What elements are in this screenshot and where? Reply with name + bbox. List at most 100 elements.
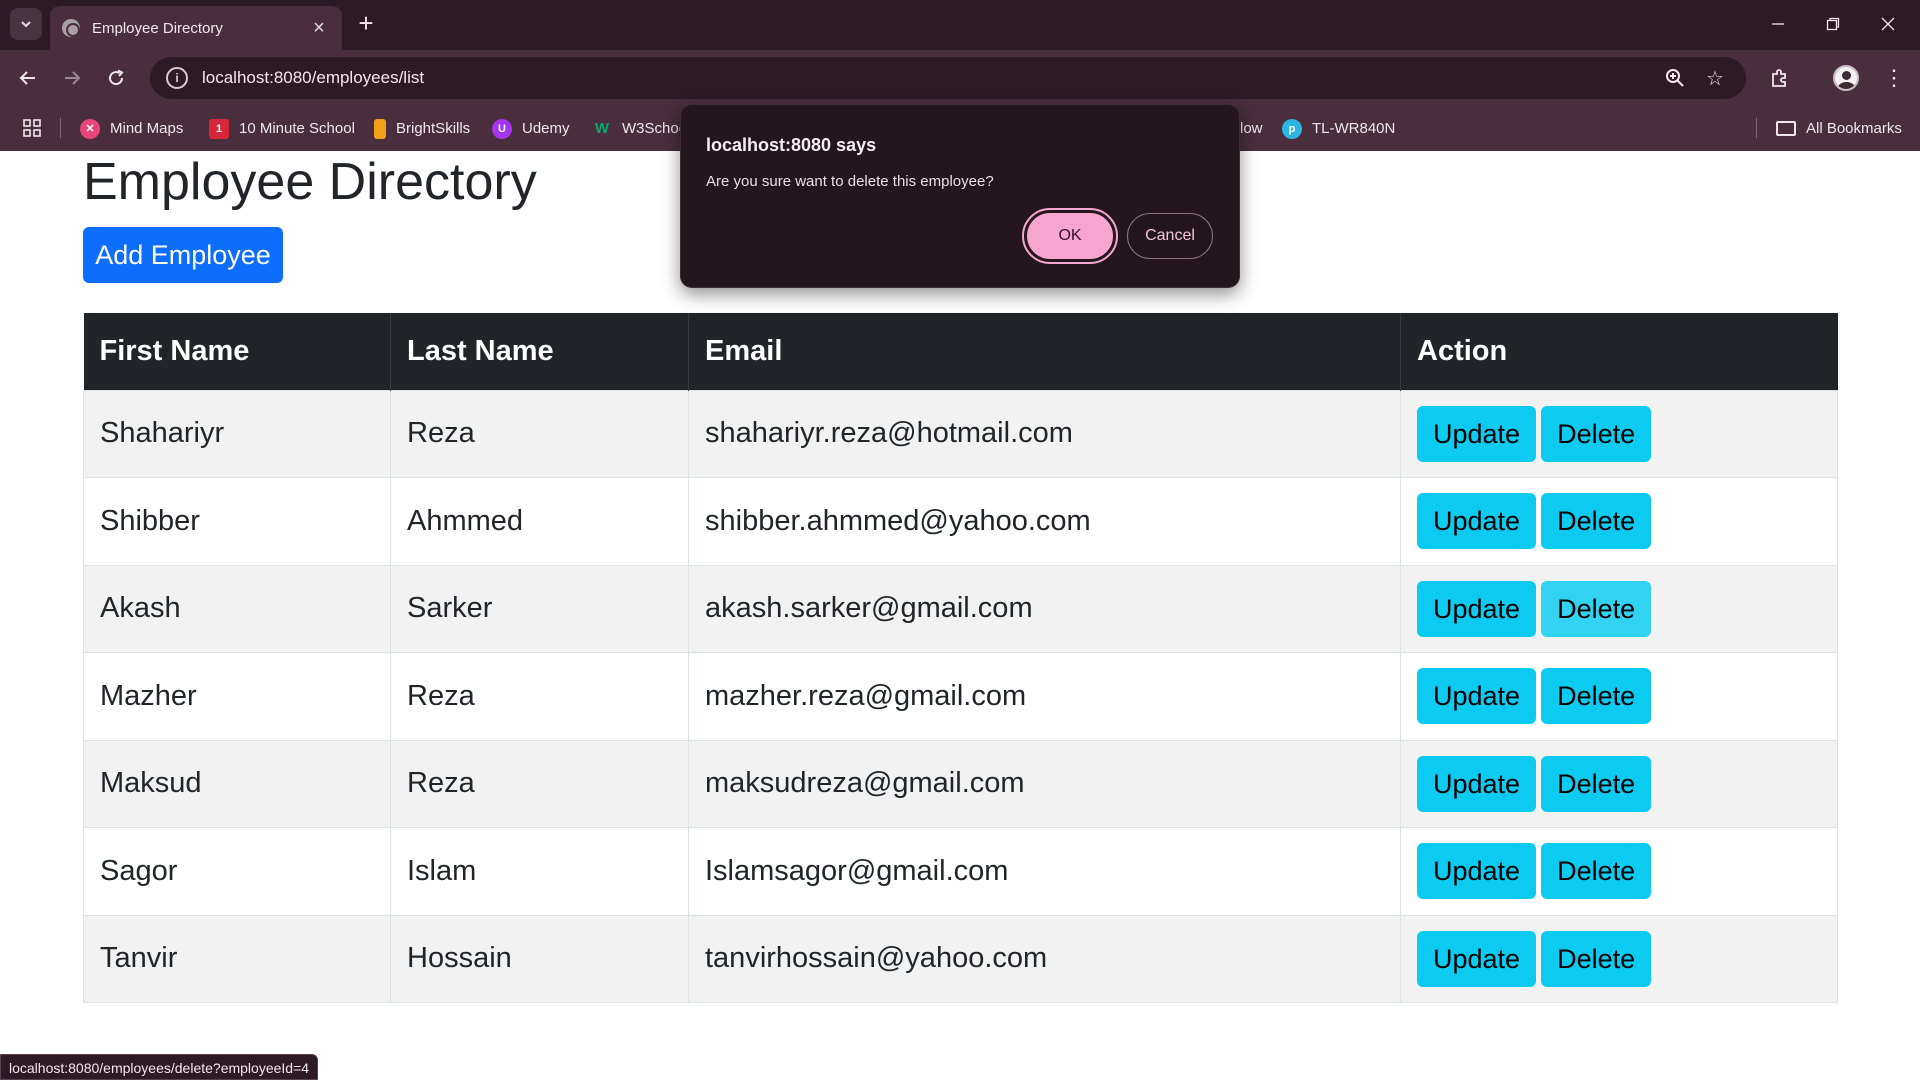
bookmark-mind-maps[interactable]: ✕ Mind Maps [80,106,183,151]
tab-close-icon[interactable]: × [308,17,330,40]
table-row: Shahariyr Reza shahariyr.reza@hotmail.co… [83,389,1838,478]
bookmark-w3schools[interactable]: W W3Schoo [592,106,687,151]
bookmarks-divider [60,118,61,138]
folder-icon [1776,121,1796,136]
bookmarks-divider [1756,118,1757,138]
first-name-cell: Maksud [83,739,391,828]
bookmark-10-minute-school[interactable]: 1 10 Minute School [209,106,355,151]
email-cell: shibber.ahmmed@yahoo.com [688,477,1401,566]
email-cell: akash.sarker@gmail.com [688,564,1401,653]
email-cell: tanvirhossain@yahoo.com [688,914,1401,1003]
table-row: Sagor Islam Islamsagor@gmail.com Update D… [83,827,1838,916]
table-row: Maksud Reza maksudreza@gmail.com Update D… [83,739,1838,828]
minimize-icon[interactable] [1755,8,1801,40]
table-header-row: First Name Last Name Email Action [83,313,1838,390]
first-name-cell: Mazher [83,652,391,741]
udemy-icon: U [492,118,512,139]
table-row: Mazher Reza mazher.reza@gmail.com Update… [83,652,1838,741]
tab-search-chevron-down-icon[interactable] [10,8,42,40]
reload-icon[interactable] [100,62,132,94]
apps-grid-icon[interactable] [20,116,44,140]
action-cell: Update Delete [1400,739,1838,828]
status-bar-link-preview: localhost:8080/employees/delete?employee… [0,1054,319,1080]
confirm-dialog: localhost:8080 says Are you sure want to… [680,104,1240,288]
page-title: Employee Directory [83,153,537,211]
bookmark-overflow-item[interactable]: low [1240,106,1263,151]
bookmark-label: 10 Minute School [239,120,355,137]
delete-button[interactable]: Delete [1541,930,1652,987]
table-row: Shibber Ahmmed shibber.ahmmed@yahoo.com … [83,477,1838,566]
kebab-menu-icon[interactable]: ⋮ [1878,62,1910,94]
action-cell: Update Delete [1400,477,1838,566]
address-bar[interactable]: i localhost:8080/employees/list ☆ [150,57,1746,99]
tp-link-icon: p [1282,118,1302,139]
update-button[interactable]: Update [1417,930,1537,987]
dialog-title: localhost:8080 says [706,135,877,155]
email-cell: mazher.reza@gmail.com [688,652,1401,741]
all-bookmarks-button[interactable]: All Bookmarks [1776,106,1902,151]
site-info-icon[interactable]: i [166,67,188,89]
bookmark-label: W3Schoo [622,120,688,137]
dialog-cancel-button[interactable]: Cancel [1127,213,1213,259]
delete-button[interactable]: Delete [1541,405,1652,462]
delete-button[interactable]: Delete [1541,493,1652,550]
column-header-email: Email [688,313,1401,390]
update-button[interactable]: Update [1417,405,1537,462]
zoom-icon[interactable] [1660,63,1690,93]
update-button[interactable]: Update [1417,843,1537,900]
back-arrow-icon[interactable] [12,62,44,94]
last-name-cell: Islam [390,827,689,916]
update-button[interactable]: Update [1417,668,1537,725]
bookmark-star-icon[interactable]: ☆ [1700,63,1730,93]
bookmark-label: Udemy [522,120,570,137]
brightskills-icon [374,118,386,139]
tab-title: Employee Directory [92,19,223,37]
bookmark-tl-wr840n[interactable]: p TL-WR840N [1282,106,1395,151]
action-cell: Update Delete [1400,914,1838,1003]
last-name-cell: Ahmmed [390,477,689,566]
first-name-cell: Akash [83,564,391,653]
restore-icon[interactable] [1810,8,1856,40]
column-header-last-name: Last Name [390,313,689,390]
browser-tab[interactable]: Employee Directory × [50,6,342,50]
action-cell: Update Delete [1400,389,1838,478]
dialog-message: Are you sure want to delete this employe… [706,173,994,190]
add-employee-button[interactable]: Add Employee [83,227,283,283]
first-name-cell: Sagor [83,827,391,916]
delete-button[interactable]: Delete [1541,580,1652,637]
dialog-ok-button[interactable]: OK [1022,208,1118,264]
window-close-icon[interactable] [1865,8,1911,40]
forward-arrow-icon[interactable] [56,62,88,94]
update-button[interactable]: Update [1417,755,1537,812]
table-row: Tanvir Hossain tanvirhossain@yahoo.com U… [83,914,1838,1003]
url-text[interactable]: localhost:8080/employees/list [202,68,1650,88]
first-name-cell: Shibber [83,477,391,566]
delete-button[interactable]: Delete [1541,668,1652,725]
first-name-cell: Tanvir [83,914,391,1003]
action-cell: Update Delete [1400,652,1838,741]
bookmark-label: low [1240,120,1263,137]
column-header-first-name: First Name [83,313,391,390]
column-header-action: Action [1400,313,1838,390]
new-tab-plus-icon[interactable]: + [352,10,380,38]
profile-avatar-icon[interactable] [1830,62,1862,94]
email-cell: maksudreza@gmail.com [688,739,1401,828]
action-cell: Update Delete [1400,564,1838,653]
last-name-cell: Reza [390,739,689,828]
action-cell: Update Delete [1400,827,1838,916]
email-cell: shahariyr.reza@hotmail.com [688,389,1401,478]
update-button[interactable]: Update [1417,580,1537,637]
mind-maps-icon: ✕ [80,118,100,139]
bookmark-brightskills[interactable]: BrightSkills [374,106,470,151]
delete-button[interactable]: Delete [1541,843,1652,900]
delete-button[interactable]: Delete [1541,755,1652,812]
extensions-puzzle-icon[interactable] [1764,62,1796,94]
browser-toolbar: i localhost:8080/employees/list ☆ ⋮ [0,50,1920,106]
table-row: Akash Sarker akash.sarker@gmail.com Upda… [83,564,1838,653]
update-button[interactable]: Update [1417,493,1537,550]
tab-strip: Employee Directory × + [0,0,1920,50]
bookmark-label: TL-WR840N [1312,120,1396,137]
last-name-cell: Hossain [390,914,689,1003]
bookmark-udemy[interactable]: U Udemy [492,106,570,151]
bookmark-label: Mind Maps [110,120,184,137]
